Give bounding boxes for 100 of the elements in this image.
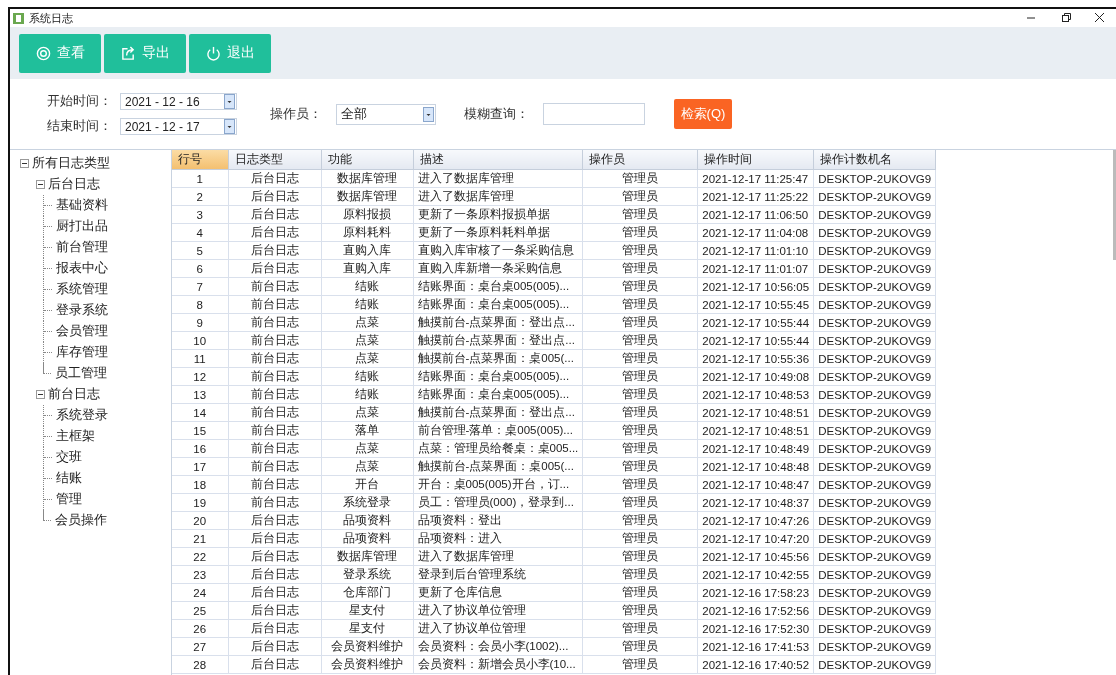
table-cell: 管理员: [582, 439, 698, 458]
collapse-icon[interactable]: [36, 390, 45, 399]
tree-item[interactable]: 主框架: [56, 428, 95, 445]
table-cell: 直购入库审核了一条采购信息: [413, 241, 583, 260]
date-field[interactable]: 2021 - 12 - 16: [120, 93, 237, 110]
table-cell: 进入了协议单位管理: [413, 619, 583, 638]
column-header[interactable]: 行号: [172, 150, 228, 170]
table-cell: 16: [172, 439, 228, 458]
tree-item[interactable]: 前台管理: [56, 239, 108, 256]
table-cell: 直购入库: [321, 259, 413, 278]
table-cell: DESKTOP-2UKOVG9: [813, 619, 936, 638]
table-cell: 直购入库新增一条采购信息: [413, 259, 583, 278]
date-field[interactable]: 2021 - 12 - 17: [120, 118, 237, 135]
table-cell: DESKTOP-2UKOVG9: [813, 637, 936, 656]
table-cell: 2021-12-17 11:01:10: [697, 241, 814, 260]
table-cell: 2021-12-17 10:55:45: [697, 295, 814, 314]
table-cell: 结账: [321, 295, 413, 314]
table-cell: 结账界面：桌台桌005(005)...: [413, 277, 583, 296]
table-cell: 13: [172, 385, 228, 404]
table-cell: 2021-12-16 17:52:30: [697, 619, 814, 638]
tree-item[interactable]: 管理: [56, 491, 82, 508]
table-cell: 点菜：管理员给餐桌：桌005...: [413, 439, 583, 458]
tree-item[interactable]: 交班: [56, 449, 82, 466]
tree-item[interactable]: 库存管理: [56, 344, 108, 361]
table-cell: 前台日志: [228, 493, 321, 512]
table-cell: 后台日志: [228, 205, 321, 224]
tree-item[interactable]: 会员管理: [56, 323, 108, 340]
table-cell: 2021-12-17 10:48:51: [697, 421, 814, 440]
table-cell: 21: [172, 529, 228, 548]
table-cell: 更新了仓库信息: [413, 583, 583, 602]
scrollbar[interactable]: [1113, 150, 1116, 260]
column-header[interactable]: 操作计数机名: [813, 150, 936, 170]
table-cell: 2021-12-17 10:42:55: [697, 565, 814, 584]
table-cell: DESKTOP-2UKOVG9: [813, 601, 936, 620]
tree-item[interactable]: 基础资料: [56, 197, 108, 214]
table-cell: 品项资料: [321, 529, 413, 548]
table-cell: 员工：管理员(000)，登录到...: [413, 493, 583, 512]
operator-dropdown[interactable]: 全部: [336, 103, 436, 125]
column-header[interactable]: 描述: [413, 150, 583, 170]
table-cell: 2021-12-17 10:48:53: [697, 385, 814, 404]
table-cell: 点菜: [321, 457, 413, 476]
table-cell: 7: [172, 277, 228, 296]
tree-item[interactable]: 登录系统: [56, 302, 108, 319]
table-cell: 前台日志: [228, 367, 321, 386]
column-header[interactable]: 操作员: [582, 150, 698, 170]
column-header[interactable]: 日志类型: [228, 150, 321, 170]
table-cell: 前台管理-落单：桌005(005)...: [413, 421, 583, 440]
table-cell: 22: [172, 547, 228, 566]
table-cell: 会员资料维护: [321, 655, 413, 674]
tree-item[interactable]: 系统登录: [56, 407, 108, 424]
table-cell: 后台日志: [228, 241, 321, 260]
tree-item[interactable]: 系统管理: [56, 281, 108, 298]
tree-item[interactable]: 报表中心: [56, 260, 108, 277]
table-cell: 开台：桌005(005)开台，订...: [413, 475, 583, 494]
table-cell: 结账: [321, 385, 413, 404]
table-cell: 管理员: [582, 637, 698, 656]
table-cell: DESKTOP-2UKOVG9: [813, 295, 936, 314]
table-cell: 2021-12-17 10:55:36: [697, 349, 814, 368]
table-cell: DESKTOP-2UKOVG9: [813, 259, 936, 278]
table-cell: DESKTOP-2UKOVG9: [813, 439, 936, 458]
table-cell: DESKTOP-2UKOVG9: [813, 187, 936, 206]
table-cell: 仓库部门: [321, 583, 413, 602]
table-cell: 管理员: [582, 205, 698, 224]
table-cell: 管理员: [582, 655, 698, 674]
table-cell: 前台日志: [228, 313, 321, 332]
table-cell: 17: [172, 457, 228, 476]
table-cell: 管理员: [582, 457, 698, 476]
table-cell: 管理员: [582, 223, 698, 242]
table-cell: 前台日志: [228, 403, 321, 422]
table-cell: DESKTOP-2UKOVG9: [813, 349, 936, 368]
dropdown-button[interactable]: [423, 106, 434, 122]
table-cell: 管理员: [582, 295, 698, 314]
table-cell: 2021-12-17 10:48:51: [697, 403, 814, 422]
tree-item[interactable]: 前台日志: [48, 386, 100, 403]
table-cell: 管理员: [582, 493, 698, 512]
tree-item[interactable]: 后台日志: [48, 176, 100, 193]
table-cell: 2021-12-17 10:48:37: [697, 493, 814, 512]
collapse-icon[interactable]: [20, 159, 29, 168]
table-cell: 进入了协议单位管理: [413, 601, 583, 620]
table-cell: 管理员: [582, 187, 698, 206]
table-cell: 后台日志: [228, 637, 321, 656]
dropdown-button[interactable]: [224, 94, 235, 109]
tree-item[interactable]: 员工管理: [55, 365, 107, 382]
table-cell: 2021-12-17 10:48:47: [697, 475, 814, 494]
column-header[interactable]: 操作时间: [697, 150, 814, 170]
table-cell: 星支付: [321, 601, 413, 620]
table-cell: 管理员: [582, 331, 698, 350]
table-cell: 触摸前台-点菜界面：登出点...: [413, 403, 583, 422]
tree-item[interactable]: 结账: [56, 470, 82, 487]
table-cell: 品项资料: [321, 511, 413, 530]
search-field[interactable]: [543, 103, 645, 125]
table-cell: 2021-12-17 10:48:48: [697, 457, 814, 476]
tree-item[interactable]: 会员操作: [55, 512, 107, 529]
dropdown-button[interactable]: [224, 119, 235, 134]
tree-item[interactable]: 厨打出品: [56, 218, 108, 235]
column-header[interactable]: 功能: [321, 150, 413, 170]
tree-item[interactable]: 所有日志类型: [32, 155, 110, 172]
table-cell: 管理员: [582, 421, 698, 440]
power-icon: [205, 45, 221, 61]
collapse-icon[interactable]: [36, 180, 45, 189]
